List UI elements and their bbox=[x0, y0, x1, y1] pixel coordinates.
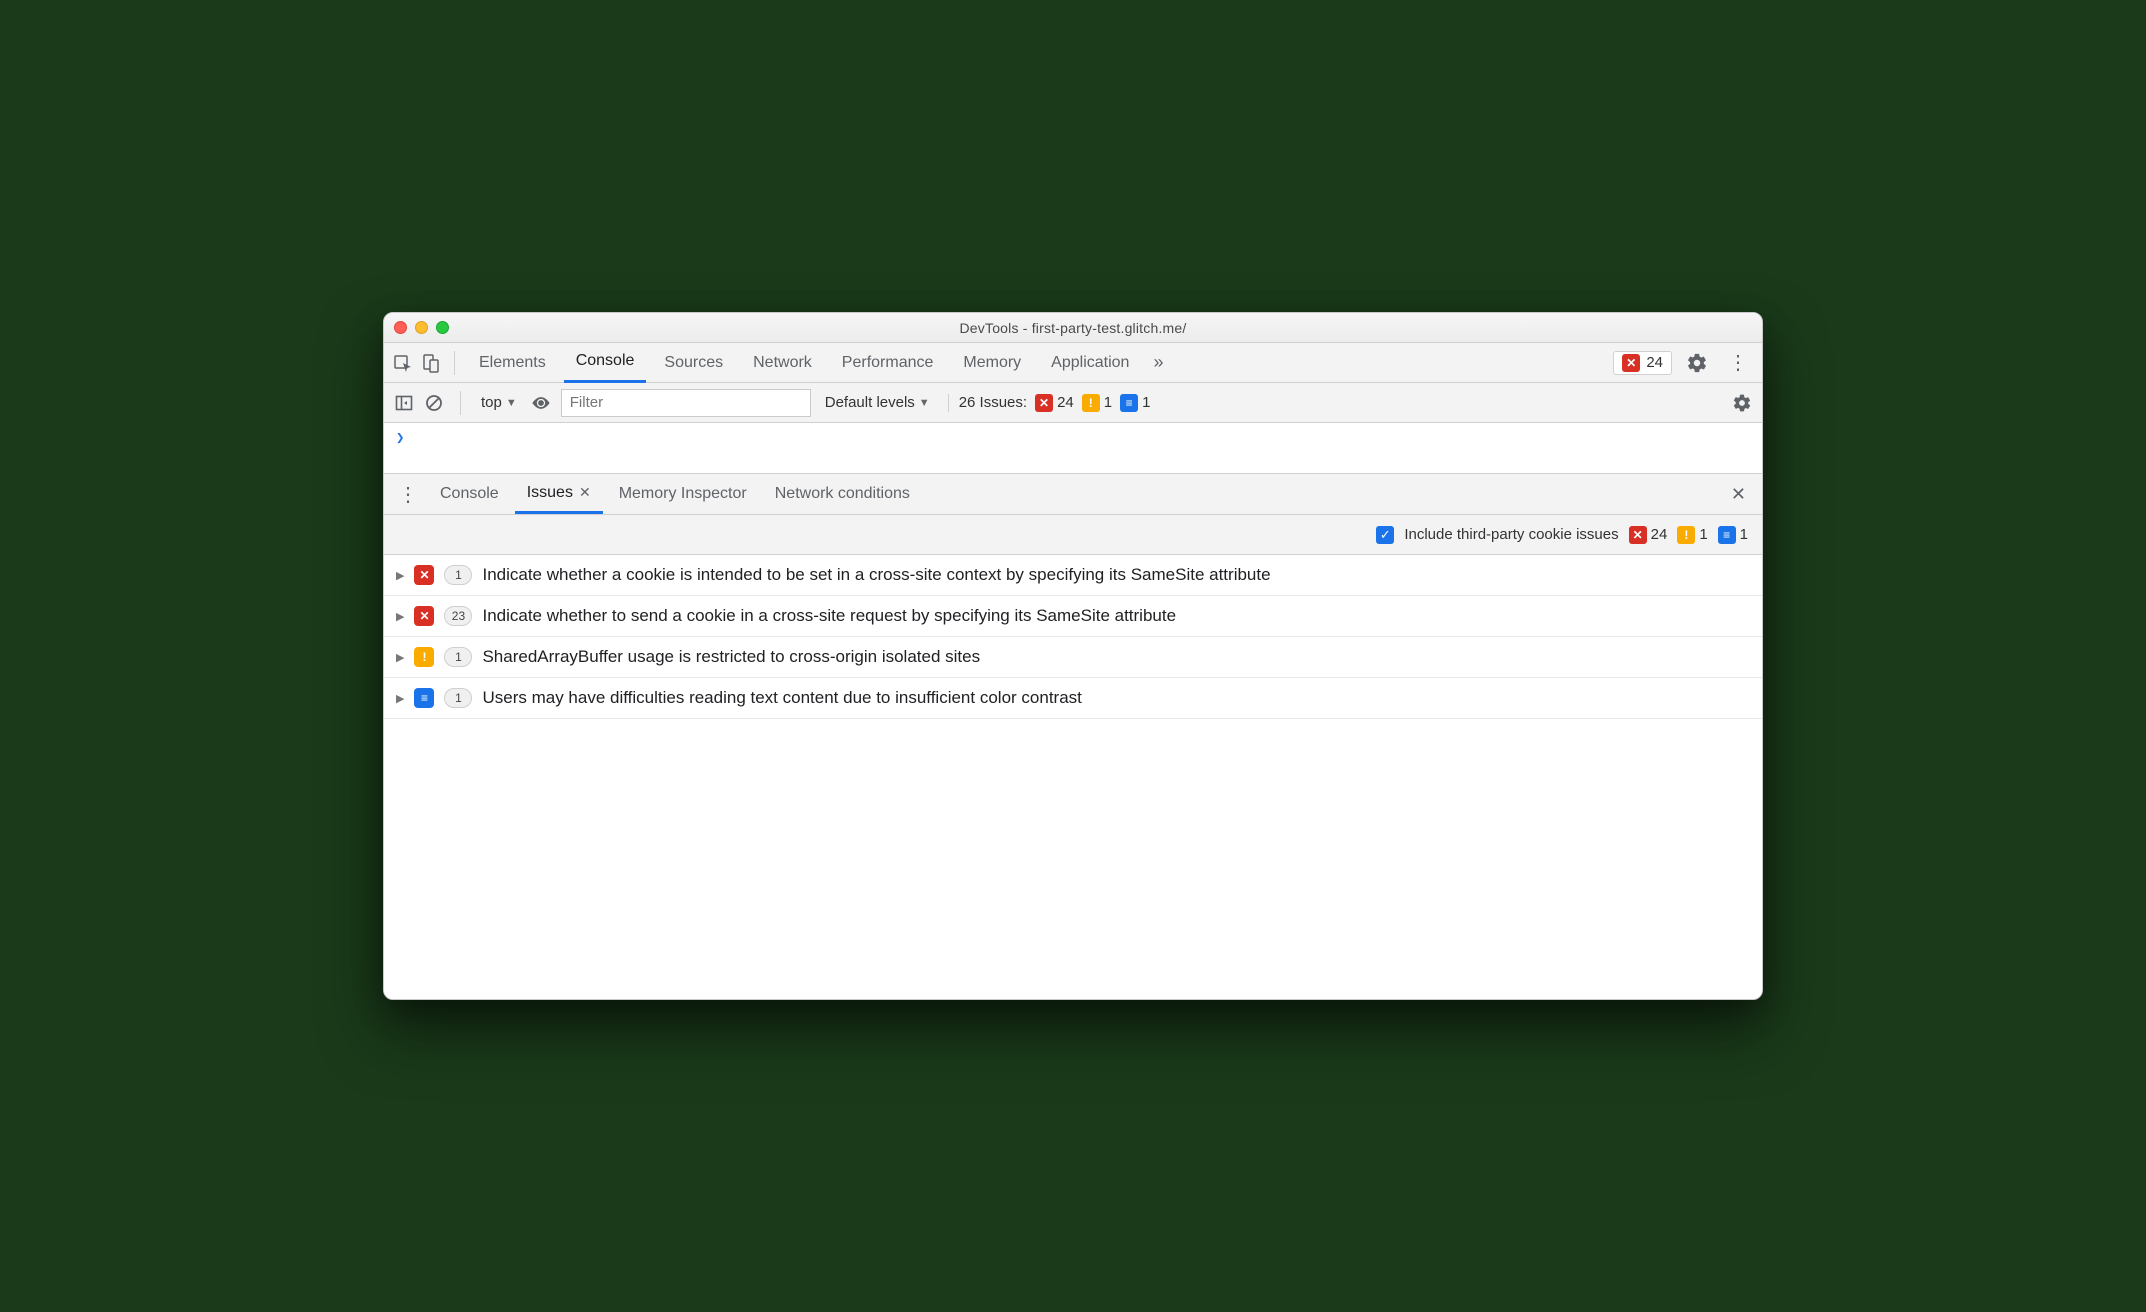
drawer-more-icon[interactable]: ⋮ bbox=[392, 482, 424, 507]
tab-sources[interactable]: Sources bbox=[652, 343, 735, 383]
filter-input[interactable] bbox=[561, 389, 811, 417]
levels-label: Default levels bbox=[825, 394, 915, 411]
drawer-close-icon[interactable]: ✕ bbox=[1723, 484, 1754, 505]
drawer-tab-label: Issues bbox=[527, 484, 573, 502]
issue-count: 23 bbox=[444, 606, 472, 626]
context-label: top bbox=[481, 394, 502, 411]
issue-title: Users may have difficulties reading text… bbox=[482, 688, 1081, 708]
error-icon: ✕ bbox=[1629, 526, 1647, 544]
issue-title: Indicate whether a cookie is intended to… bbox=[482, 565, 1270, 585]
console-prompt-icon: ❯ bbox=[396, 430, 404, 446]
issue-count: 1 bbox=[444, 688, 472, 708]
main-tabbar: Elements Console Sources Network Perform… bbox=[384, 343, 1762, 383]
tab-network[interactable]: Network bbox=[741, 343, 824, 383]
drawer-tab-network-conditions[interactable]: Network conditions bbox=[763, 474, 922, 514]
titlebar: DevTools - first-party-test.glitch.me/ bbox=[384, 313, 1762, 343]
topbar-error-count: 24 bbox=[1646, 354, 1663, 371]
filter-error-count: 24 bbox=[1651, 526, 1668, 543]
console-body[interactable]: ❯ bbox=[384, 423, 1762, 473]
info-icon: ≡ bbox=[1718, 526, 1736, 544]
error-icon: ✕ bbox=[1035, 394, 1053, 412]
error-icon: ✕ bbox=[414, 606, 434, 626]
warning-icon: ! bbox=[1677, 526, 1695, 544]
console-toolbar: top ▼ Default levels ▼ 26 Issues: ✕24 !1… bbox=[384, 383, 1762, 423]
warning-icon: ! bbox=[414, 647, 434, 667]
tab-performance[interactable]: Performance bbox=[830, 343, 946, 383]
third-party-cookies-checkbox[interactable]: ✓ bbox=[1376, 526, 1394, 544]
tab-elements[interactable]: Elements bbox=[467, 343, 558, 383]
issues-label: 26 Issues: bbox=[959, 394, 1027, 411]
drawer-tab-memory-inspector[interactable]: Memory Inspector bbox=[607, 474, 759, 514]
issue-row[interactable]: ▶ ! 1 SharedArrayBuffer usage is restric… bbox=[384, 637, 1762, 678]
disclosure-triangle-icon[interactable]: ▶ bbox=[396, 692, 404, 705]
issue-row[interactable]: ▶ ≡ 1 Users may have difficulties readin… bbox=[384, 678, 1762, 719]
issues-summary[interactable]: 26 Issues: ✕24 !1 ≡1 bbox=[948, 394, 1151, 412]
info-icon: ≡ bbox=[414, 688, 434, 708]
issue-row[interactable]: ▶ ✕ 23 Indicate whether to send a cookie… bbox=[384, 596, 1762, 637]
blank-area bbox=[384, 719, 1762, 999]
third-party-cookies-label: Include third-party cookie issues bbox=[1404, 526, 1618, 543]
disclosure-triangle-icon[interactable]: ▶ bbox=[396, 610, 404, 623]
disclosure-triangle-icon[interactable]: ▶ bbox=[396, 569, 404, 582]
tab-console[interactable]: Console bbox=[564, 343, 647, 383]
error-count: 24 bbox=[1057, 394, 1074, 411]
warn-count: 1 bbox=[1104, 394, 1112, 411]
issues-filter-bar: ✓ Include third-party cookie issues ✕24 … bbox=[384, 515, 1762, 555]
drawer-tab-label: Memory Inspector bbox=[619, 485, 747, 503]
close-tab-icon[interactable]: ✕ bbox=[579, 484, 591, 501]
drawer-tab-issues[interactable]: Issues ✕ bbox=[515, 474, 603, 514]
drawer-tab-console[interactable]: Console bbox=[428, 474, 511, 514]
error-icon: ✕ bbox=[414, 565, 434, 585]
info-count: 1 bbox=[1142, 394, 1150, 411]
error-icon: ✕ bbox=[1622, 354, 1640, 372]
device-toggle-icon[interactable] bbox=[420, 352, 442, 374]
divider bbox=[460, 391, 461, 415]
console-sidebar-toggle-icon[interactable] bbox=[394, 393, 414, 413]
info-icon: ≡ bbox=[1120, 394, 1138, 412]
live-expression-icon[interactable] bbox=[531, 393, 551, 413]
clear-console-icon[interactable] bbox=[424, 393, 444, 413]
devtools-window: DevTools - first-party-test.glitch.me/ E… bbox=[383, 312, 1763, 1000]
drawer-tabbar: ⋮ Console Issues ✕ Memory Inspector Netw… bbox=[384, 473, 1762, 515]
chevron-down-icon: ▼ bbox=[919, 397, 930, 409]
chevron-down-icon: ▼ bbox=[506, 397, 517, 409]
filter-info-count: 1 bbox=[1740, 526, 1748, 543]
issue-count: 1 bbox=[444, 647, 472, 667]
more-tabs-button[interactable]: » bbox=[1147, 352, 1169, 373]
tab-application[interactable]: Application bbox=[1039, 343, 1141, 383]
drawer-tab-label: Console bbox=[440, 485, 499, 503]
context-selector[interactable]: top ▼ bbox=[477, 394, 521, 411]
more-menu-icon[interactable]: ⋮ bbox=[1722, 350, 1754, 375]
disclosure-triangle-icon[interactable]: ▶ bbox=[396, 651, 404, 664]
log-level-selector[interactable]: Default levels ▼ bbox=[821, 394, 934, 411]
warning-icon: ! bbox=[1082, 394, 1100, 412]
issue-row[interactable]: ▶ ✕ 1 Indicate whether a cookie is inten… bbox=[384, 555, 1762, 596]
issue-title: SharedArrayBuffer usage is restricted to… bbox=[482, 647, 980, 667]
filter-warn-count: 1 bbox=[1699, 526, 1707, 543]
console-settings-icon[interactable] bbox=[1732, 393, 1752, 413]
window-title: DevTools - first-party-test.glitch.me/ bbox=[384, 320, 1762, 336]
drawer-tab-label: Network conditions bbox=[775, 485, 910, 503]
issues-list: ▶ ✕ 1 Indicate whether a cookie is inten… bbox=[384, 555, 1762, 719]
settings-icon[interactable] bbox=[1686, 352, 1708, 374]
tab-memory[interactable]: Memory bbox=[951, 343, 1033, 383]
issue-count: 1 bbox=[444, 565, 472, 585]
topbar-issues-button[interactable]: ✕ 24 bbox=[1613, 351, 1672, 375]
inspect-element-icon[interactable] bbox=[392, 352, 414, 374]
divider bbox=[454, 351, 455, 375]
issue-title: Indicate whether to send a cookie in a c… bbox=[482, 606, 1176, 626]
